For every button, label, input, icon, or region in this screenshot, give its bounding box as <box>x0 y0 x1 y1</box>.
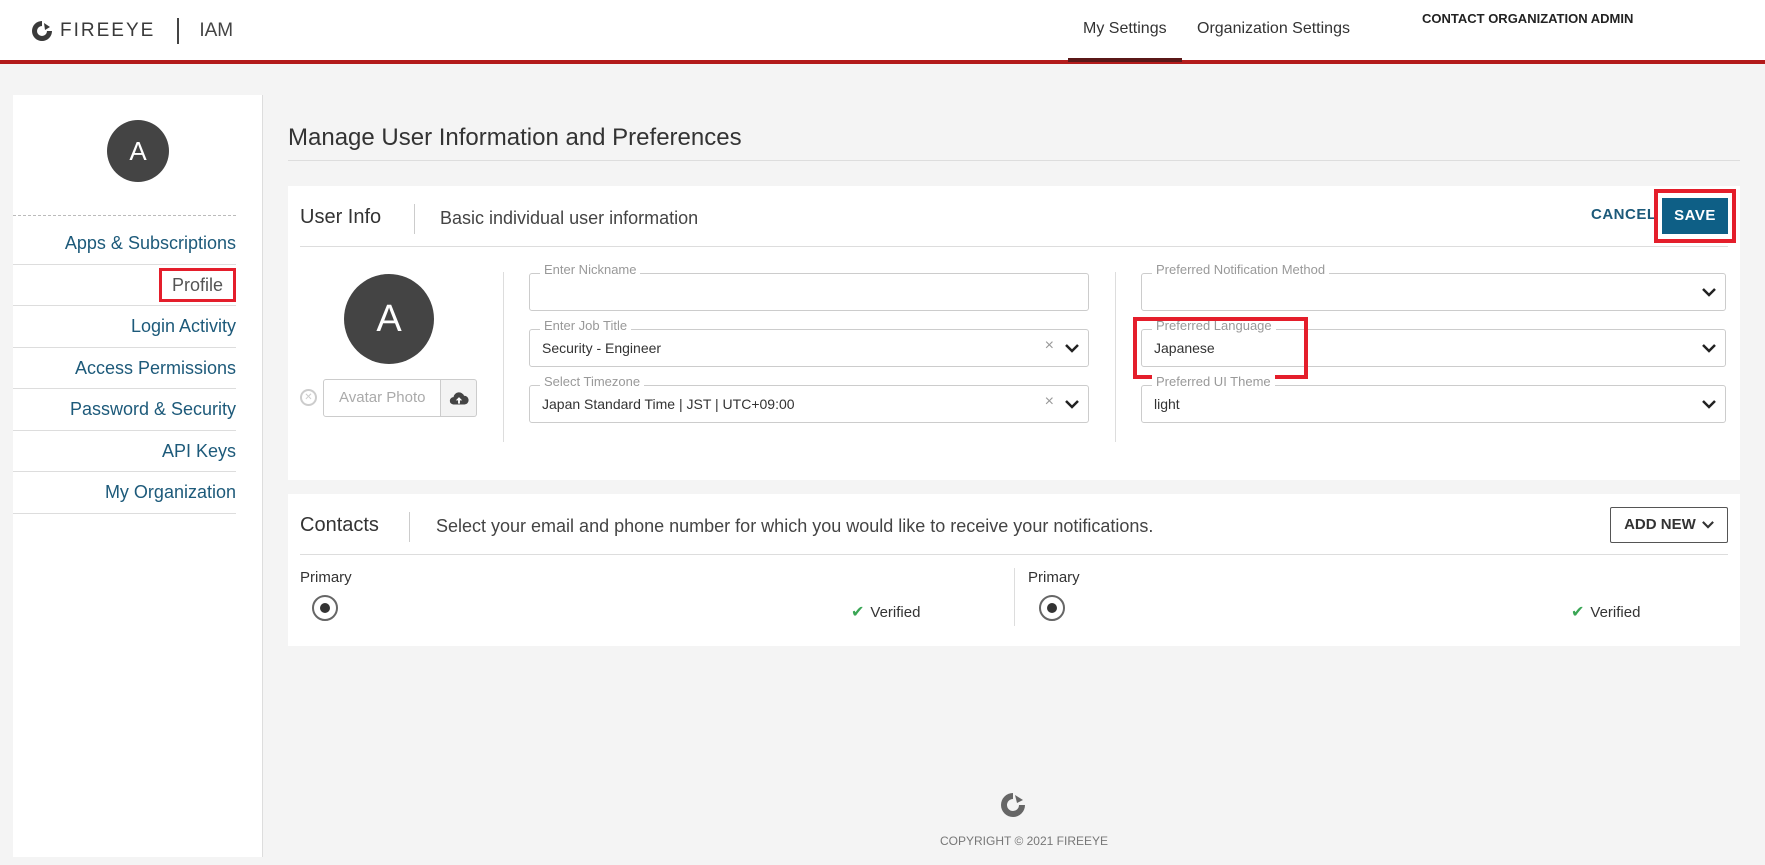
section-separator <box>409 512 410 542</box>
sidebar-item-label: Login Activity <box>130 316 236 336</box>
contact-primary-label: Primary <box>300 569 352 586</box>
sidebar-divider <box>13 215 236 216</box>
verified-status: ✔ Verified <box>851 602 920 622</box>
notification-method-select[interactable]: Preferred Notification Method <box>1141 262 1726 311</box>
verified-label: Verified <box>870 603 921 621</box>
app-name: IAM <box>199 20 234 41</box>
sidebar-item-label: Access Permissions <box>74 357 236 378</box>
section-separator <box>414 204 415 234</box>
section-divider <box>300 246 1728 247</box>
nav-my-settings[interactable]: My Settings <box>1068 20 1182 62</box>
sidebar: A Apps & Subscriptions Profile Login Act… <box>13 95 263 857</box>
field-label: Enter Job Title <box>540 318 632 333</box>
field-label: Preferred UI Theme <box>1152 374 1275 389</box>
upload-button[interactable] <box>441 379 477 417</box>
check-icon: ✔ <box>851 604 865 621</box>
sidebar-avatar: A <box>107 120 169 182</box>
brand-separator <box>177 18 180 44</box>
fireeye-logo-icon <box>32 21 52 41</box>
contacts-title: Contacts <box>300 514 379 536</box>
field-value: Security - Engineer <box>542 340 662 356</box>
avatar: A <box>344 274 434 364</box>
brand[interactable]: FIREEYE IAM <box>30 18 233 44</box>
verified-label: Verified <box>1590 603 1641 621</box>
sidebar-item-login-activity[interactable]: Login Activity <box>13 306 236 348</box>
user-info-title: User Info <box>300 206 382 228</box>
avatar-photo-input[interactable]: Avatar Photo <box>323 379 441 417</box>
remove-avatar-icon[interactable]: ✕ <box>300 389 317 406</box>
fireeye-logo-icon <box>1001 793 1025 817</box>
contacts-description: Select your email and phone number for w… <box>436 516 1154 536</box>
sidebar-item-my-organization[interactable]: My Organization <box>13 472 236 514</box>
sidebar-item-label: Password & Security <box>69 399 236 419</box>
user-info-card: User Info Basic individual user informat… <box>288 186 1740 480</box>
save-highlight: SAVE <box>1654 189 1736 243</box>
contact-admin-link[interactable]: CONTACT ORGANIZATION ADMIN <box>1422 11 1633 26</box>
add-new-button[interactable]: ADD NEW <box>1610 507 1728 543</box>
chevron-down-icon[interactable] <box>1702 287 1716 297</box>
user-info-description: Basic individual user information <box>440 208 699 228</box>
sidebar-item-label: Apps & Subscriptions <box>64 233 236 253</box>
chevron-down-icon[interactable] <box>1065 399 1079 409</box>
field-value: Japan Standard Time | JST | UTC+09:00 <box>542 396 795 412</box>
sidebar-item-profile[interactable]: Profile <box>13 265 236 306</box>
add-new-label: ADD NEW <box>1624 516 1696 533</box>
nickname-field[interactable]: Enter Nickname <box>529 262 1089 311</box>
nav-organization-settings[interactable]: Organization Settings <box>1197 20 1350 38</box>
sidebar-item-access-permissions[interactable]: Access Permissions <box>13 348 236 389</box>
sidebar-item-label: My Organization <box>104 482 236 502</box>
sidebar-item-api-keys[interactable]: API Keys <box>13 431 236 472</box>
section-divider <box>300 554 1728 555</box>
sidebar-item-apps-subscriptions[interactable]: Apps & Subscriptions <box>13 223 236 265</box>
cloud-upload-icon <box>449 392 469 405</box>
job-title-select[interactable]: Enter Job Title Security - Engineer × <box>529 318 1089 367</box>
field-label: Preferred Notification Method <box>1152 262 1330 277</box>
sidebar-item-password-security[interactable]: Password & Security <box>13 389 236 431</box>
cancel-button[interactable]: CANCEL <box>1591 206 1657 223</box>
timezone-select[interactable]: Select Timezone Japan Standard Time | JS… <box>529 374 1089 423</box>
sidebar-item-label: API Keys <box>161 440 236 461</box>
ui-theme-select[interactable]: Preferred UI Theme light <box>1141 374 1726 423</box>
verified-status: ✔ Verified <box>1571 602 1640 622</box>
field-value: light <box>1154 396 1180 412</box>
check-icon: ✔ <box>1571 604 1585 621</box>
field-label: Select Timezone <box>540 374 645 389</box>
clear-icon[interactable]: × <box>1045 337 1054 355</box>
language-highlight <box>1133 317 1308 379</box>
brand-name: FIREEYE <box>60 20 156 41</box>
contacts-card: Contacts Select your email and phone num… <box>288 494 1740 646</box>
field-label: Enter Nickname <box>540 262 641 277</box>
column-divider <box>1014 568 1015 626</box>
copyright-text: COPYRIGHT © 2021 FIREEYE <box>940 834 1109 848</box>
clear-icon[interactable]: × <box>1045 393 1054 411</box>
chevron-down-icon[interactable] <box>1702 399 1716 409</box>
contact-primary-label: Primary <box>1028 569 1080 586</box>
column-divider <box>1115 272 1116 442</box>
title-divider <box>288 160 1740 161</box>
chevron-down-icon[interactable] <box>1702 343 1716 353</box>
sidebar-menu: Apps & Subscriptions Profile Login Activ… <box>13 223 236 514</box>
primary-radio[interactable] <box>1039 595 1065 621</box>
sidebar-username <box>85 185 195 205</box>
save-button[interactable]: SAVE <box>1662 198 1728 234</box>
column-divider <box>503 272 504 442</box>
top-header: FIREEYE IAM My Settings Organization Set… <box>0 0 1765 64</box>
sidebar-item-label: Profile <box>158 267 236 302</box>
primary-radio[interactable] <box>312 595 338 621</box>
chevron-down-icon <box>1702 521 1714 529</box>
page-title: Manage User Information and Preferences <box>288 124 742 151</box>
chevron-down-icon[interactable] <box>1065 343 1079 353</box>
